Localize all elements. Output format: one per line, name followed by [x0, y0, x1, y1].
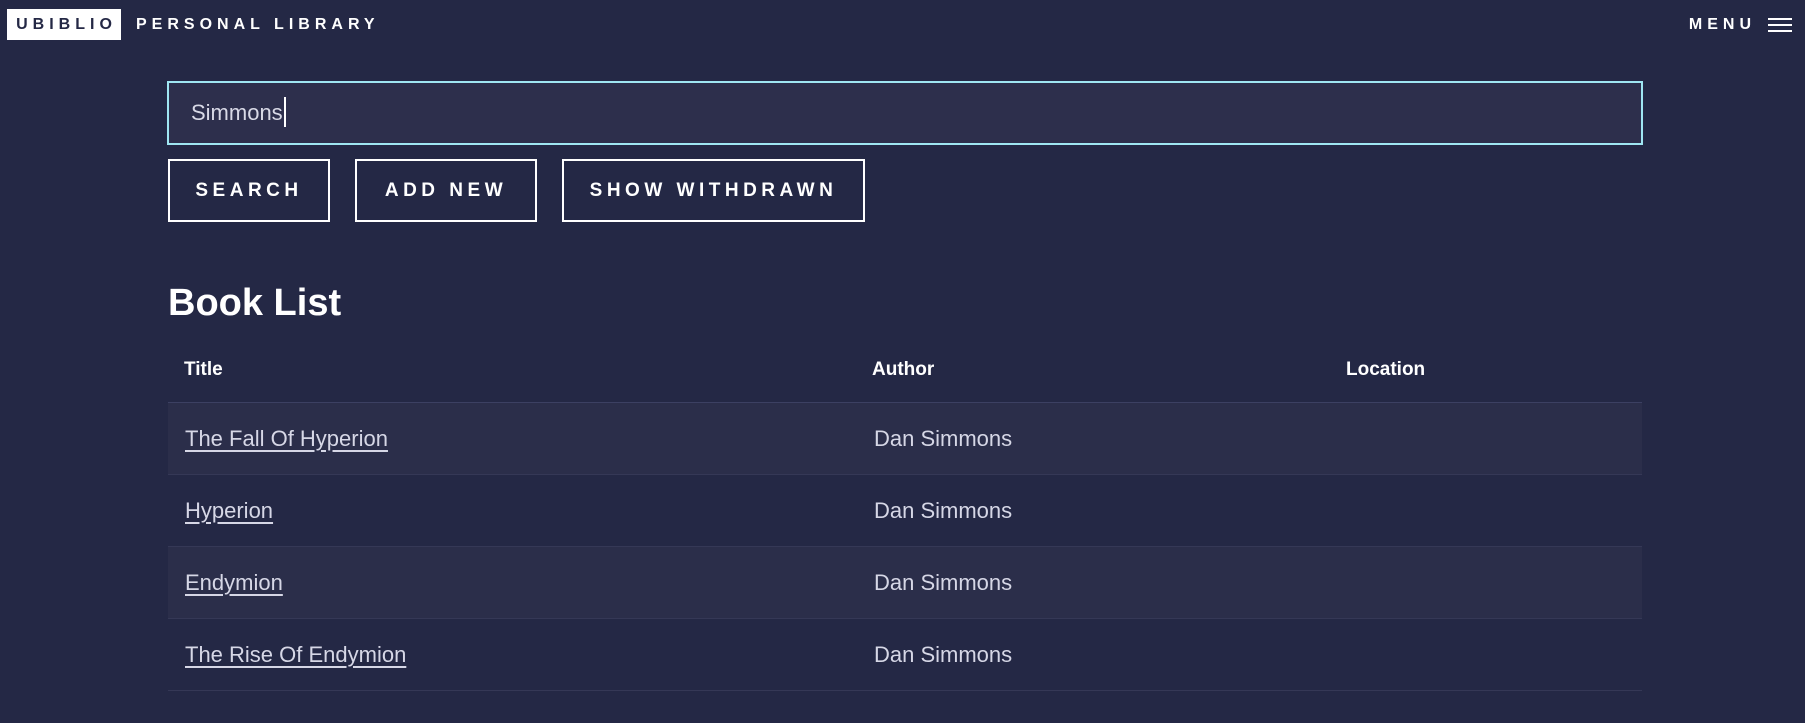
menu-label: MENU — [1688, 16, 1756, 33]
app-subtitle: PERSONAL LIBRARY — [136, 16, 380, 33]
book-title-link[interactable]: Hyperion — [185, 475, 273, 547]
book-author: Dan Simmons — [874, 642, 1013, 667]
book-author: Dan Simmons — [874, 426, 1013, 451]
table-header: Title Author Location — [168, 346, 1642, 403]
search-input[interactable]: Simmons — [167, 81, 1643, 145]
show-withdrawn-button[interactable]: SHOW WITHDRAWN — [562, 159, 865, 222]
text-caret — [283, 97, 286, 128]
search-button[interactable]: SEARCH — [168, 159, 330, 222]
logo[interactable]: UBIBLIO — [7, 9, 121, 40]
book-title-link[interactable]: The Rise Of Endymion — [185, 619, 406, 691]
book-author: Dan Simmons — [874, 570, 1013, 595]
hamburger-icon — [1768, 17, 1792, 32]
column-header-location: Location — [1346, 359, 1426, 380]
add-new-button[interactable]: ADD NEW — [355, 159, 537, 222]
column-header-title: Title — [184, 359, 223, 380]
book-author: Dan Simmons — [874, 498, 1013, 523]
table-row: The Fall Of Hyperion Dan Simmons — [168, 403, 1642, 475]
table-row: Hyperion Dan Simmons — [168, 475, 1642, 547]
top-bar: UBIBLIO PERSONAL LIBRARY MENU — [0, 0, 1805, 50]
book-table: Title Author Location The Fall Of Hyperi… — [168, 346, 1642, 691]
menu-button[interactable]: MENU — [1689, 9, 1792, 40]
book-title-link[interactable]: Endymion — [185, 547, 283, 619]
search-input-value: Simmons — [191, 100, 283, 125]
page-title: Book List — [168, 282, 342, 324]
column-header-author: Author — [872, 359, 935, 380]
table-row: Endymion Dan Simmons — [168, 547, 1642, 619]
book-title-link[interactable]: The Fall Of Hyperion — [185, 403, 388, 475]
table-row: The Rise Of Endymion Dan Simmons — [168, 619, 1642, 691]
